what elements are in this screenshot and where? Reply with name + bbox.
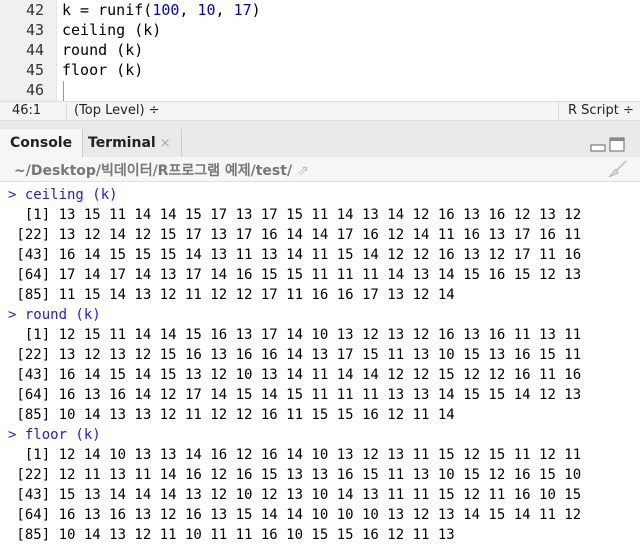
tab-console[interactable]: Console bbox=[0, 129, 84, 157]
console-output[interactable]: > ceiling (k) [1] 13 15 11 14 14 15 17 1… bbox=[0, 182, 640, 551]
code-line: k = runif(100, 10, 17) bbox=[62, 1, 261, 19]
line-number-gutter: 42 43 44 45 46 bbox=[0, 0, 57, 101]
console-output-row: [64] 16 13 16 14 12 17 14 15 14 15 11 11… bbox=[8, 387, 582, 403]
console-output-row: [22] 13 12 13 12 15 16 13 16 16 14 13 17… bbox=[8, 347, 582, 363]
console-output-row: [1] 13 15 11 14 14 15 17 13 17 15 11 14 … bbox=[8, 207, 582, 223]
console-command: > floor (k) bbox=[8, 427, 101, 443]
line-number: 45 bbox=[25, 61, 44, 79]
file-type-selector[interactable]: R Script ÷ bbox=[568, 103, 634, 118]
console-output-row: [85] 11 15 14 13 12 11 12 12 17 11 16 16… bbox=[8, 287, 455, 303]
console-output-row: [43] 16 14 15 15 15 14 13 11 13 14 11 15… bbox=[8, 247, 582, 263]
close-icon[interactable]: × bbox=[160, 136, 171, 151]
code-line: round (k) bbox=[62, 41, 144, 59]
console-output-row: [64] 17 14 17 14 13 17 14 16 15 15 11 11… bbox=[8, 267, 582, 283]
scope-selector[interactable]: (Top Level) ÷ bbox=[74, 103, 160, 118]
console-output-row: [85] 10 14 13 12 11 10 11 11 16 10 15 15… bbox=[8, 527, 455, 543]
code-line: floor (k) bbox=[62, 61, 144, 79]
broom-icon[interactable] bbox=[606, 159, 628, 179]
tab-label: Terminal bbox=[88, 135, 156, 151]
console-output-row: [1] 12 15 11 14 14 15 16 13 17 14 10 13 … bbox=[8, 327, 582, 343]
editor-status-bar: 46:1 (Top Level) ÷ R Script ÷ bbox=[0, 101, 640, 121]
console-tabs: Console Terminal × bbox=[0, 129, 640, 158]
maximize-icon[interactable] bbox=[609, 137, 625, 152]
line-number: 43 bbox=[25, 21, 44, 39]
console-output-row: [22] 13 12 14 12 15 17 13 17 16 14 14 17… bbox=[8, 227, 582, 243]
follow-link-icon[interactable]: ⇗ bbox=[297, 163, 309, 179]
console-output-row: [22] 12 11 13 11 14 16 12 16 15 13 13 16… bbox=[8, 467, 582, 483]
console-output-row: [85] 10 14 13 13 12 11 12 12 16 11 15 15… bbox=[8, 407, 455, 423]
tab-label: Console bbox=[10, 135, 73, 151]
line-number: 42 bbox=[25, 1, 44, 19]
pane-controls bbox=[590, 137, 625, 152]
code-line: ceiling (k) bbox=[62, 21, 162, 39]
text-cursor bbox=[63, 81, 64, 101]
console-command: > ceiling (k) bbox=[8, 187, 118, 203]
working-directory-bar: ~/Desktop/빅데이터/R프로그램 예제/test/ ⇗ bbox=[0, 157, 640, 182]
console-output-row: [43] 16 14 15 14 15 13 12 10 13 14 11 14… bbox=[8, 367, 582, 383]
minimize-icon[interactable] bbox=[590, 144, 606, 152]
working-directory-path: ~/Desktop/빅데이터/R프로그램 예제/test/ bbox=[14, 163, 293, 179]
line-number: 44 bbox=[25, 41, 44, 59]
console-output-row: [1] 12 14 10 13 13 14 16 12 16 14 10 13 … bbox=[8, 447, 582, 463]
line-number: 46 bbox=[25, 81, 44, 99]
console-output-row: [64] 16 13 16 13 12 16 13 15 14 14 10 10… bbox=[8, 507, 582, 523]
console-output-row: [43] 15 13 14 14 14 13 12 10 12 13 10 14… bbox=[8, 487, 582, 503]
console-command: > round (k) bbox=[8, 307, 101, 323]
tab-terminal[interactable]: Terminal × bbox=[78, 129, 182, 157]
script-editor[interactable]: 42 43 44 45 46 k = runif(100, 10, 17) ceiling… bbox=[0, 0, 640, 101]
cursor-position: 46:1 bbox=[12, 103, 42, 118]
